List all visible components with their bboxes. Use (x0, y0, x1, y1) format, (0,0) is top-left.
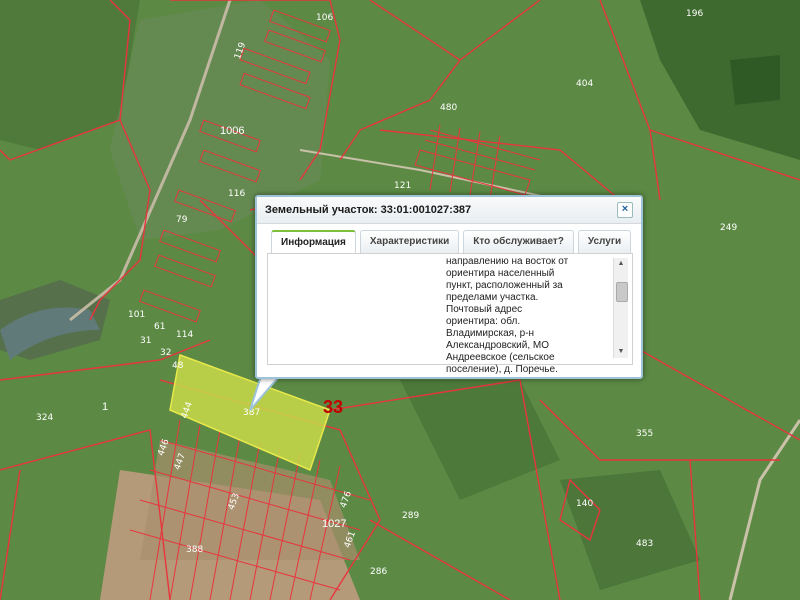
label-1027: 1027 (322, 518, 346, 530)
popup-tabs: Информация Характеристики Кто обслуживае… (257, 224, 641, 254)
label-101: 101 (128, 310, 145, 320)
label-387: 387 (243, 408, 260, 418)
parcel-info-popup: Земельный участок: 33:01:001027:387 × Ин… (255, 195, 643, 379)
description-line: ориентира населенный (446, 268, 555, 279)
label-106: 106 (316, 13, 333, 23)
label-355: 355 (636, 429, 653, 439)
description-line: Александровский, МО (446, 340, 550, 351)
tab-characteristics[interactable]: Характеристики (359, 230, 460, 254)
label-116: 116 (228, 189, 245, 199)
description-line: поселение), д. Поречье. (446, 364, 558, 375)
label-121: 121 (394, 181, 411, 191)
tab-information[interactable]: Информация (271, 230, 356, 254)
label-32: 32 (160, 348, 171, 358)
parcel-description: направлению на восток от ориентира насел… (446, 256, 606, 376)
popup-title: Земельный участок: 33:01:001027:387 (265, 204, 472, 216)
label-140: 140 (576, 499, 593, 509)
label-33: 33 (323, 397, 343, 417)
popup-header: Земельный участок: 33:01:001027:387 × (257, 197, 641, 224)
label-48: 48 (172, 361, 184, 371)
tab-who-serves[interactable]: Кто обслуживает? (463, 230, 574, 254)
label-388: 388 (186, 545, 203, 555)
description-line: Владимирская, р-н (446, 328, 535, 339)
label-79: 79 (176, 215, 188, 225)
description-line: ориентира: обл. (446, 316, 521, 327)
label-289: 289 (402, 511, 419, 521)
description-line: пункт, расположенный за (446, 280, 563, 291)
scroll-up-icon[interactable]: ▲ (614, 258, 628, 270)
forest-patch (730, 55, 780, 105)
content-scrollbar[interactable]: ▲ ▼ (613, 258, 628, 358)
label-483: 483 (636, 539, 653, 549)
label-61: 61 (154, 322, 165, 332)
label-480: 480 (440, 103, 457, 113)
label-31: 31 (140, 336, 151, 346)
scroll-down-icon[interactable]: ▼ (614, 346, 628, 358)
description-line: пределами участка. (446, 292, 539, 303)
label-404: 404 (576, 79, 593, 89)
label-114: 114 (176, 330, 193, 340)
scroll-thumb[interactable] (616, 282, 628, 302)
label-249: 249 (720, 223, 737, 233)
label-1006: 1006 (220, 125, 244, 137)
label-286: 286 (370, 567, 387, 577)
close-icon[interactable]: × (617, 202, 633, 218)
label-1: 1 (102, 401, 108, 413)
label-324: 324 (36, 413, 53, 423)
tab-services[interactable]: Услуги (577, 230, 632, 254)
description-line: Андреевское (сельское (446, 352, 555, 363)
description-line: Почтовый адрес (446, 304, 523, 315)
label-196: 196 (686, 9, 703, 19)
popup-content[interactable]: направлению на восток от ориентира насел… (267, 253, 633, 375)
description-line: направлению на восток от (446, 256, 569, 267)
